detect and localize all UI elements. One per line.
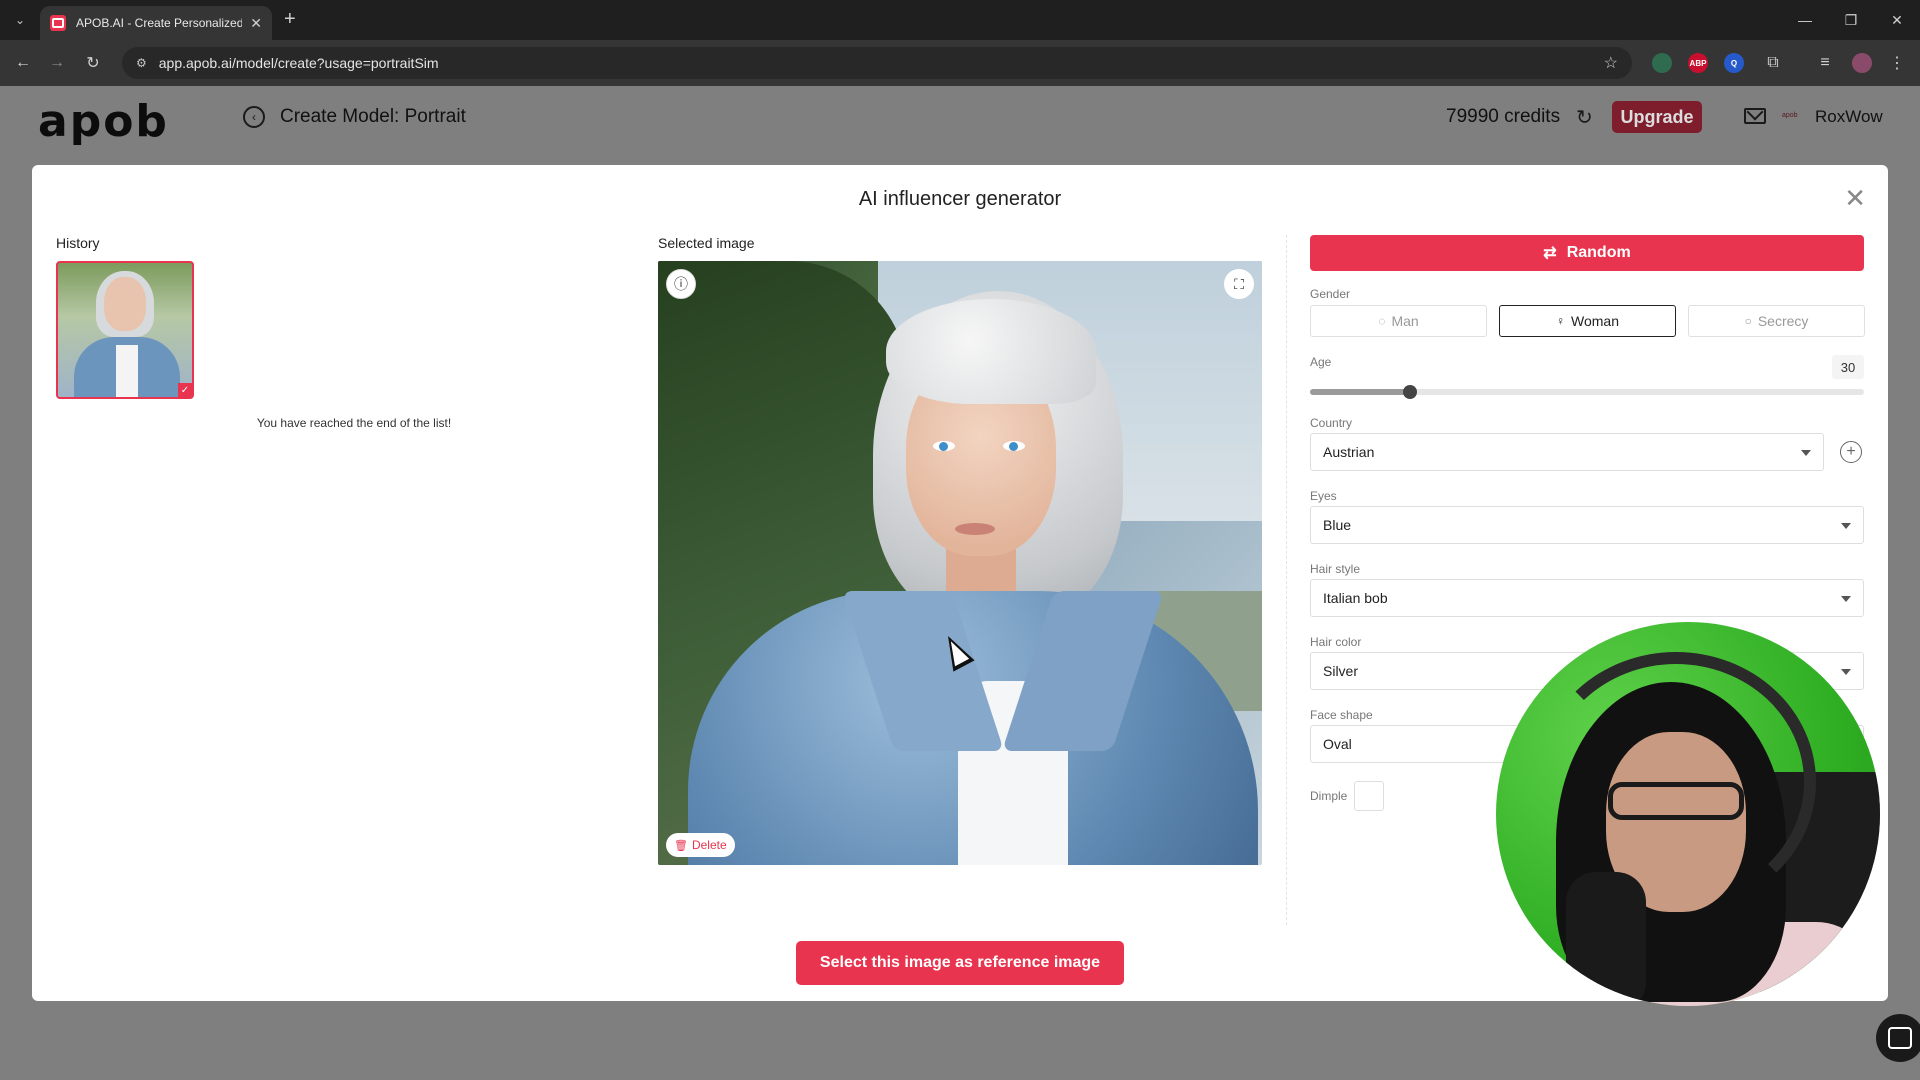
male-icon: ◌ (1378, 314, 1386, 328)
age-slider-fill (1310, 389, 1410, 395)
age-slider-handle[interactable] (1402, 385, 1417, 399)
user-logo-mini: apob (1782, 112, 1798, 119)
hair-color-value: Silver (1323, 663, 1359, 679)
mail-icon[interactable] (1744, 108, 1766, 124)
random-label: Random (1566, 244, 1631, 261)
selected-image-label: Selected image (658, 235, 755, 251)
end-of-list-text: You have reached the end of the list! (256, 416, 452, 430)
delete-image-button[interactable]: 🗑 Delete (666, 833, 735, 857)
webcam-microphone (1566, 872, 1646, 1006)
gender-woman-label: Woman (1571, 313, 1619, 329)
window-close-icon[interactable]: ✕ (1874, 0, 1920, 40)
chevron-down-icon (1801, 450, 1811, 456)
eyes-select[interactable]: Blue (1310, 506, 1864, 544)
image-info-icon[interactable]: ⓘ (666, 269, 696, 299)
apob-logo[interactable]: apob (38, 96, 169, 147)
country-label: Country (1310, 416, 1353, 430)
history-thumbnail[interactable]: ✓ (56, 261, 194, 399)
adblock-extension-icon[interactable]: ABP (1688, 53, 1708, 73)
upgrade-button[interactable]: Upgrade (1612, 101, 1702, 133)
search-extension-icon[interactable]: Q (1724, 53, 1744, 73)
hair-style-value: Italian bob (1323, 590, 1388, 606)
refresh-credits-icon[interactable]: ↻ (1576, 105, 1593, 130)
eyes-value: Blue (1323, 517, 1352, 533)
tab-title: APOB.AI - Create Personalized A (76, 16, 243, 30)
gender-label: Gender (1310, 287, 1351, 301)
restore-icon[interactable]: ❐ (1828, 0, 1874, 40)
random-button[interactable]: ⇄ Random (1310, 235, 1864, 271)
credits-count: 79990 credits (1446, 106, 1561, 127)
column-divider (1286, 235, 1287, 925)
hair-style-label: Hair style (1310, 562, 1361, 576)
url-text: app.apob.ai/model/create?usage=portraitS… (158, 55, 439, 71)
page-title: Create Model: Portrait (280, 106, 466, 127)
site-info-icon[interactable]: ⚙ (136, 56, 147, 70)
age-value[interactable]: 30 (1832, 355, 1864, 379)
country-value: Austrian (1323, 444, 1375, 460)
extension-icon[interactable] (1652, 53, 1672, 73)
gender-secrecy-label: Secrecy (1757, 313, 1809, 329)
chevron-down-icon (1841, 596, 1851, 602)
chevron-down-icon (1841, 669, 1851, 675)
gender-option-man[interactable]: ◌ Man (1310, 305, 1487, 337)
face-shape-label: Face shape (1310, 708, 1373, 722)
window-controls: — ❐ ✕ (1782, 0, 1920, 40)
tab-search-icon[interactable]: ⌄ (8, 9, 32, 31)
profile-avatar[interactable] (1852, 53, 1872, 73)
secrecy-icon: ○ (1744, 314, 1752, 328)
app-header: apob ‹ Create Model: Portrait 79990 cred… (0, 86, 1920, 148)
thumb-face (104, 277, 146, 331)
modal-close-icon[interactable]: ✕ (1844, 185, 1866, 211)
fullscreen-icon[interactable]: ⛶ (1224, 269, 1254, 299)
apob-favicon-icon (50, 15, 66, 31)
trash-icon: 🗑 (674, 839, 688, 852)
image-lips (955, 523, 995, 535)
dimple-checkbox[interactable] (1354, 781, 1384, 811)
gender-option-secrecy[interactable]: ○ Secrecy (1688, 305, 1865, 337)
gender-man-label: Man (1391, 313, 1419, 329)
reload-icon[interactable]: ↻ (82, 52, 104, 74)
female-icon: ♀ (1556, 314, 1565, 328)
webcam-headset (1536, 652, 1816, 912)
new-tab-icon[interactable]: + (284, 8, 296, 31)
dimple-label: Dimple (1310, 789, 1348, 803)
browser-tab[interactable]: APOB.AI - Create Personalized A ✕ (40, 6, 272, 40)
select-reference-button[interactable]: Select this image as reference image (796, 941, 1124, 985)
selected-check-icon: ✓ (178, 383, 192, 397)
forward-arrow-icon[interactable]: → (46, 52, 68, 74)
back-circle-icon[interactable]: ‹ (243, 106, 265, 128)
puzzle-extensions-icon[interactable]: ⧉ (1762, 52, 1784, 74)
browser-tabbar: ⌄ APOB.AI - Create Personalized A ✕ + — … (0, 0, 1920, 40)
shuffle-icon: ⇄ (1543, 245, 1557, 262)
hair-style-select[interactable]: Italian bob (1310, 579, 1864, 617)
history-label: History (56, 235, 100, 251)
tab-close-icon[interactable]: ✕ (250, 15, 262, 32)
selected-portrait-image: ⓘ ⛶ 🗑 Delete (658, 261, 1262, 865)
delete-label: Delete (691, 838, 727, 852)
browser-toolbar: ← → ↻ ⚙ app.apob.ai/model/create?usage=p… (0, 40, 1920, 86)
chat-support-icon[interactable] (1876, 1014, 1920, 1062)
eyes-label: Eyes (1310, 489, 1337, 503)
age-slider[interactable] (1310, 385, 1864, 399)
age-label: Age (1310, 355, 1332, 369)
chevron-down-icon (1841, 523, 1851, 529)
country-select[interactable]: Austrian (1310, 433, 1824, 471)
thumb-shirt (116, 345, 138, 397)
hair-color-label: Hair color (1310, 635, 1362, 649)
back-arrow-icon[interactable]: ← (12, 52, 34, 74)
image-hair-front (886, 299, 1096, 404)
image-eye-left (933, 441, 955, 451)
face-shape-value: Oval (1323, 736, 1352, 752)
gender-option-woman[interactable]: ♀ Woman (1499, 305, 1676, 337)
media-control-icon[interactable]: ≡ (1814, 52, 1836, 74)
username[interactable]: RoxWow (1815, 107, 1883, 127)
webcam-overlay (1496, 622, 1880, 1006)
minimize-icon[interactable]: — (1782, 0, 1828, 40)
browser-menu-icon[interactable]: ⋮ (1886, 52, 1908, 74)
image-eye-right (1003, 441, 1025, 451)
address-bar[interactable]: ⚙ app.apob.ai/model/create?usage=portrai… (122, 47, 1632, 79)
add-country-icon[interactable]: + (1840, 441, 1862, 463)
modal-title: AI influencer generator (858, 188, 1062, 210)
bookmark-star-icon[interactable]: ☆ (1604, 53, 1618, 73)
